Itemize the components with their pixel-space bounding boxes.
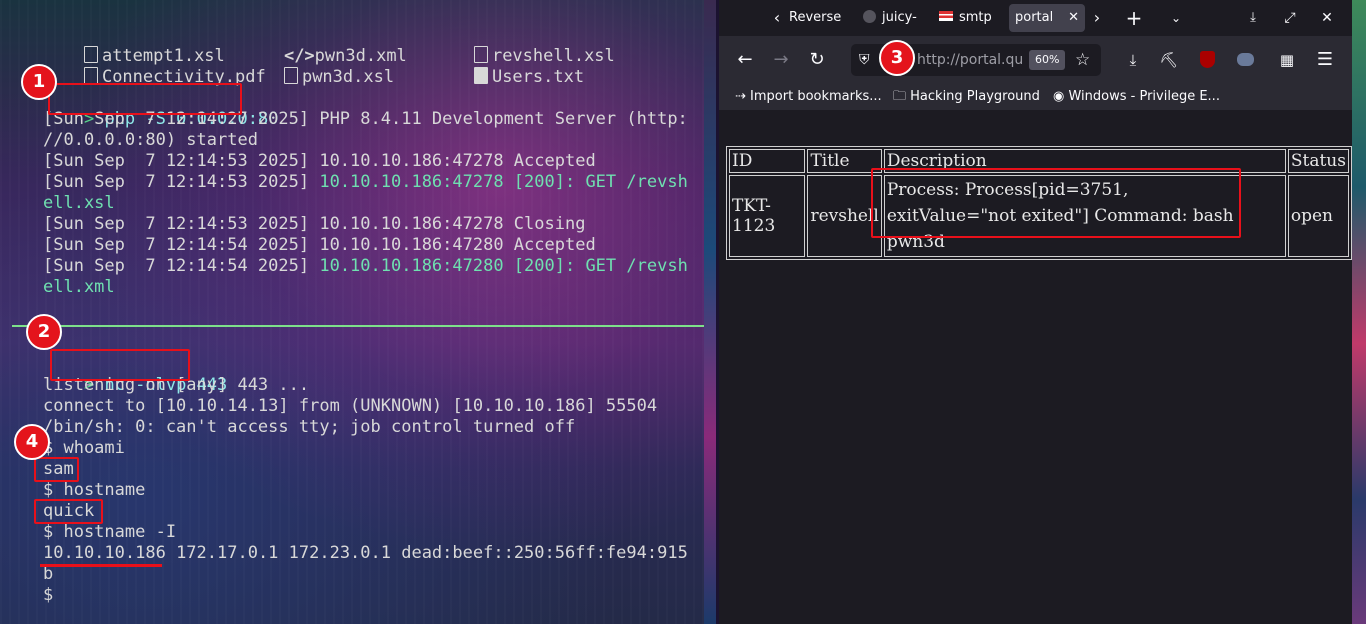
description-highlight — [871, 168, 1241, 238]
terminal-output-line: ell.xml — [43, 277, 115, 297]
bookmark-label: Import bookmarks... — [750, 89, 882, 104]
pane-divider[interactable] — [12, 325, 704, 327]
terminal-output-line: [Sun Sep 7 12:14:53 2025] 10.10.10.186:4… — [43, 214, 586, 234]
tab-reverse[interactable]: Reverse — [789, 4, 841, 32]
bookmark-label: Hacking Playground — [910, 89, 1040, 104]
ip-underline — [40, 564, 162, 567]
cell-status: open — [1287, 175, 1349, 257]
reload-icon[interactable]: ↻ — [803, 46, 831, 74]
nc-command-highlight — [50, 349, 190, 381]
terminal-output-line: [Sun Sep 7 12:14:54 2025] 10.10.10.186:4… — [43, 235, 596, 255]
qr-code-icon[interactable]: ▦ — [1273, 46, 1301, 74]
text-file-icon — [473, 67, 488, 84]
step-badge-1: 1 — [21, 64, 57, 100]
navigation-toolbar: ← → ↻ ⛨ http://portal.qu 60% ☆ ⤓ ⛏ ▦ ☰ — [719, 36, 1352, 84]
tab-bar: ‹ Reverse juicy- smtp portal ✕ › + ⌄ ⤓ ⤢ … — [719, 0, 1352, 36]
tab-portal[interactable]: portal ✕ — [1009, 4, 1085, 32]
fullscreen-icon[interactable]: ⤢ — [1280, 4, 1300, 32]
zoom-level[interactable]: 60% — [1029, 50, 1066, 70]
tab-label: juicy- — [882, 10, 917, 25]
download-icon[interactable]: ⤓ — [1243, 4, 1263, 32]
log-timestamp: [Sun Sep 7 12:14:54 2025] — [43, 256, 320, 276]
terminal-scrollbar[interactable] — [704, 0, 716, 624]
php-command-highlight — [48, 83, 242, 115]
browser-window[interactable]: ‹ Reverse juicy- smtp portal ✕ › + ⌄ ⤓ ⤢ … — [719, 0, 1352, 624]
target-ip: 10.10.10.186 — [43, 543, 166, 563]
terminal-output-line: [Sun Sep 7 12:14:53 2025] 10.10.10.186:4… — [43, 172, 688, 193]
ublock-icon[interactable] — [1193, 46, 1221, 74]
pdf-icon — [83, 67, 98, 84]
tab-label: portal — [1015, 10, 1054, 25]
other-ips: 172.17.0.1 172.23.0.1 dead:beef::250:56f… — [165, 543, 688, 563]
tab-list-icon[interactable]: ⌄ — [1166, 4, 1186, 32]
whoami-highlight — [34, 457, 79, 482]
forward-icon[interactable]: → — [767, 46, 795, 74]
cell-id: TKT-1123 — [729, 175, 806, 257]
bookmark-hacking-playground[interactable]: 🗀 Hacking Playground — [893, 86, 1040, 108]
terminal-output-line: [Sun Sep 7 12:14:54 2025] 10.10.10.186:4… — [43, 256, 688, 277]
github-icon — [863, 10, 876, 23]
terminal-output-line: //0.0.0.0:80) started — [43, 130, 258, 150]
shield-icon[interactable]: ⛨ — [859, 44, 870, 76]
file-name: pwn3d.xsl — [301, 67, 395, 87]
extensions-icon[interactable]: ⛏ — [1155, 46, 1183, 74]
tab-label: Reverse — [789, 10, 841, 25]
terminal-output-line: [Sun Sep 7 12:14:53 2025] 10.10.10.186:4… — [43, 151, 596, 171]
url-text[interactable]: http://portal.qu — [917, 44, 1027, 76]
step-badge-4: 4 — [14, 424, 50, 460]
smtp-favicon — [939, 11, 953, 21]
bookmark-star-icon[interactable]: ☆ — [1075, 44, 1090, 76]
log-request: 10.10.10.186:47278 [200]: GET /revsh — [319, 172, 688, 192]
step-badge-3: 3 — [879, 40, 915, 76]
close-tab-icon[interactable]: ✕ — [1068, 4, 1079, 32]
tab-juicy[interactable]: juicy- — [863, 4, 933, 32]
tabs-scroll-right-icon[interactable]: › — [1089, 4, 1105, 32]
terminal-output-line: $ whoami — [43, 438, 125, 458]
file-name: Users.txt — [491, 67, 585, 87]
folder-icon: 🗀 — [893, 89, 907, 104]
hostname-highlight — [34, 499, 103, 524]
shell-prompt[interactable]: $ — [43, 585, 53, 606]
column-header-id: ID — [729, 149, 806, 173]
file-icon — [283, 67, 298, 84]
bookmark-favicon: ◉ — [1053, 89, 1065, 104]
bookmark-windows-privesc[interactable]: ◉ Windows - Privilege E... — [1053, 86, 1220, 108]
bookmark-import[interactable]: ⇢ Import bookmarks... — [735, 86, 882, 108]
tabs-scroll-left-icon[interactable]: ‹ — [769, 4, 785, 32]
terminal-output-line: b — [43, 564, 54, 584]
desktop-edge — [1352, 0, 1366, 624]
terminal-output-line: $ hostname -I — [43, 522, 177, 542]
new-tab-icon[interactable]: + — [1124, 4, 1144, 32]
bookmark-label: Windows - Privilege E... — [1068, 89, 1220, 104]
log-timestamp: [Sun Sep 7 12:14:53 2025] — [43, 172, 320, 192]
tab-label: smtp — [959, 10, 992, 25]
back-icon[interactable]: ← — [731, 46, 759, 74]
close-window-icon[interactable]: ✕ — [1317, 4, 1337, 32]
log-request: 10.10.10.186:47280 [200]: GET /revsh — [319, 256, 688, 276]
terminal-window[interactable]: attempt1.xsl </>pwn3d.xml revshell.xsl C… — [0, 0, 716, 624]
step-badge-2: 2 — [26, 314, 62, 350]
file-listing-item: Users.txt — [433, 46, 584, 109]
terminal-output-line: ell.xsl — [43, 193, 115, 213]
column-header-status: Status — [1287, 149, 1349, 173]
bookmarks-toolbar: ⇢ Import bookmarks... 🗀 Hacking Playgrou… — [719, 84, 1352, 110]
downloads-icon[interactable]: ⤓ — [1119, 46, 1147, 74]
terminal-output-line: $ hostname — [43, 480, 146, 500]
tab-smtp[interactable]: smtp — [939, 4, 995, 32]
terminal-output-line: connect to [10.10.14.13] from (UNKNOWN) … — [43, 396, 658, 416]
menu-icon[interactable]: ☰ — [1311, 46, 1339, 74]
terminal-output-line: /bin/sh: 0: can't access tty; job contro… — [43, 417, 576, 437]
page-content: ID Title Description Status TKT-1123 rev… — [719, 110, 1352, 624]
hostname-ip-output: 10.10.10.186 172.17.0.1 172.23.0.1 dead:… — [43, 543, 688, 564]
foxyproxy-icon[interactable] — [1231, 46, 1259, 74]
import-icon: ⇢ — [735, 89, 746, 104]
